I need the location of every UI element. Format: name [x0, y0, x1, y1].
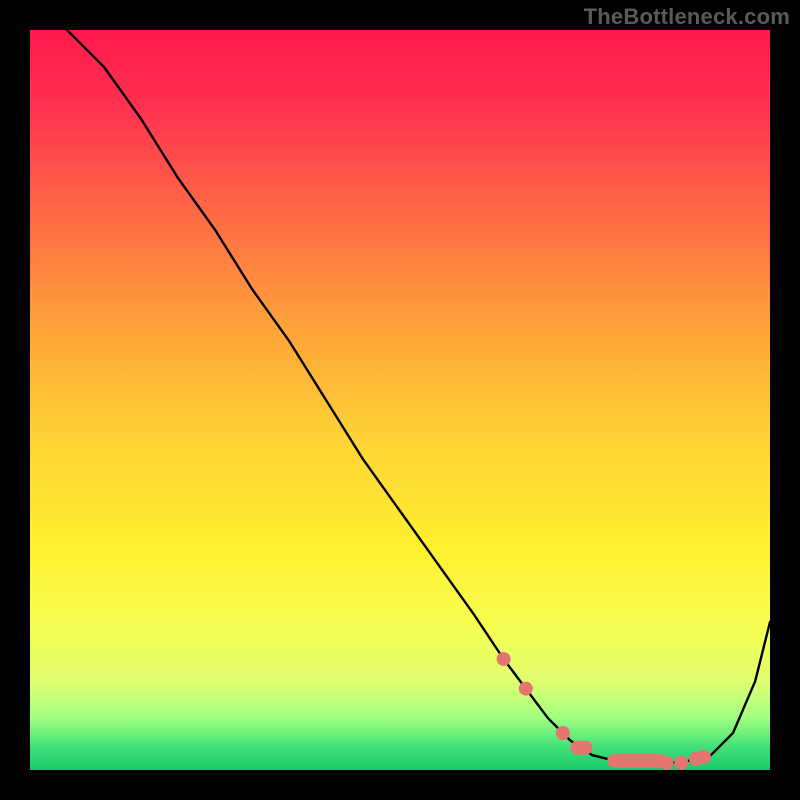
highlight-dot — [519, 682, 533, 696]
highlight-capsule — [570, 741, 592, 755]
highlight-dot — [674, 756, 688, 770]
highlight-dot — [556, 726, 570, 740]
highlight-dot — [497, 652, 511, 666]
highlight-dot — [689, 752, 703, 766]
chart-frame: TheBottleneck.com — [0, 0, 800, 800]
bottleneck-chart — [30, 30, 770, 770]
highlight-capsule — [607, 754, 666, 768]
watermark-text: TheBottleneck.com — [584, 4, 790, 30]
plot-area — [30, 30, 770, 770]
highlight-dot — [659, 756, 673, 770]
